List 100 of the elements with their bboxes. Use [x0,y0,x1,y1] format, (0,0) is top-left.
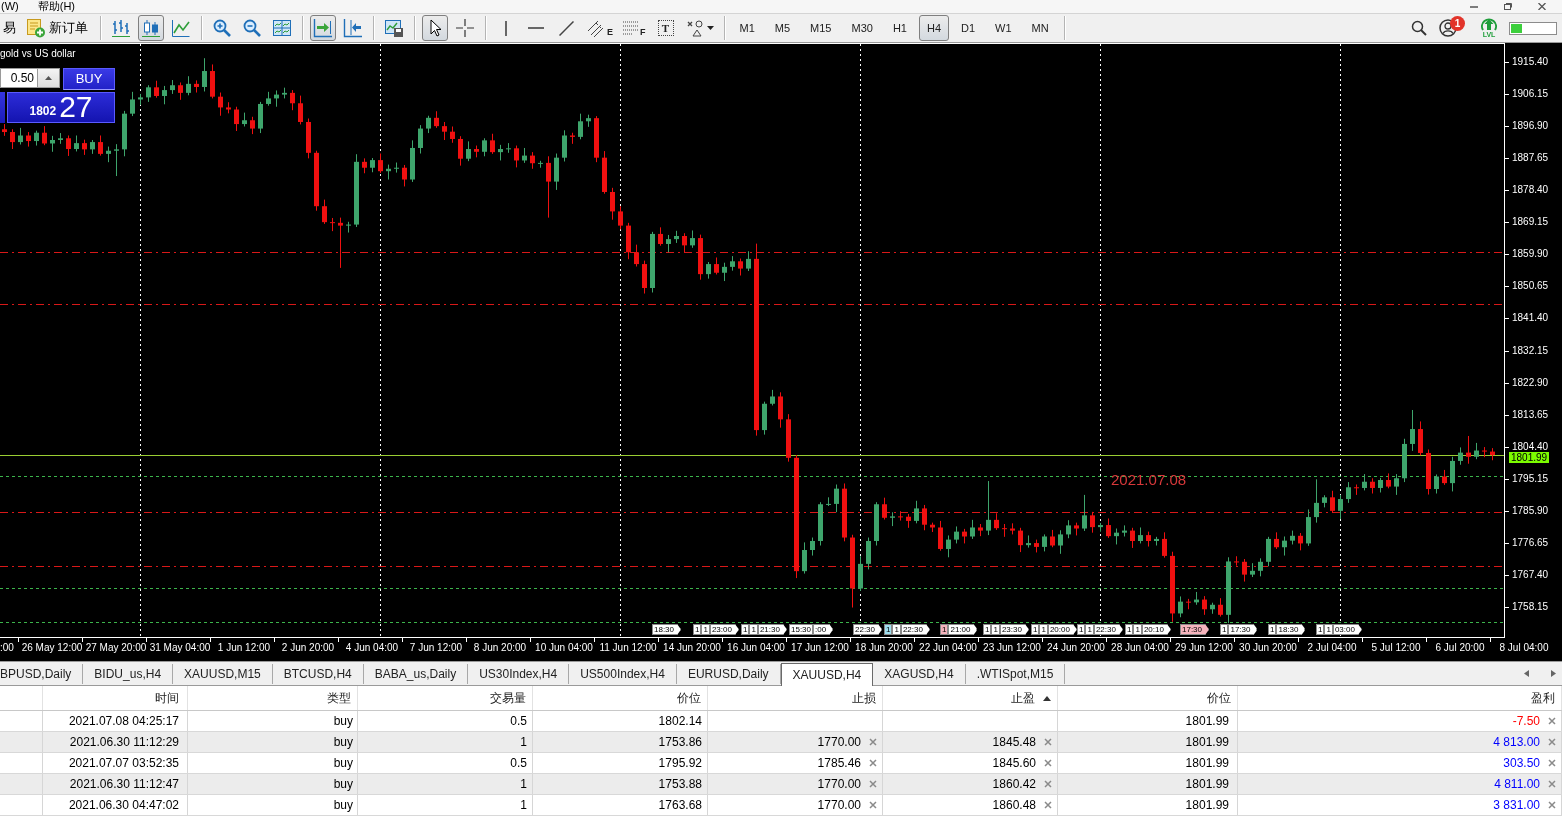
symbol-tab[interactable]: EURUSD,Daily [676,664,781,684]
close-icon[interactable] [1548,780,1556,788]
timeframe-button[interactable]: M1 [731,15,763,41]
column-header[interactable]: 价位 [677,689,701,707]
trade-marker-tag: 22:30 [900,624,930,635]
close-icon[interactable] [1548,759,1556,767]
symbol-tab[interactable]: .WTISpot,M15 [965,664,1066,684]
fibonacci-icon [623,21,639,35]
menu-item[interactable]: 帮助(H) [37,0,75,13]
trade-marker-tag: 15:30 [789,624,814,635]
close-icon[interactable] [1044,801,1052,809]
menu-item[interactable]: (W) [1,0,19,13]
column-header[interactable]: 盈利 [1531,689,1555,707]
close-icon[interactable] [869,759,877,767]
account-button[interactable]: 1 [1439,15,1469,41]
trade-marker-tag: 20:00 [1047,624,1077,635]
candlestick [402,164,407,187]
candlestick [1394,473,1399,496]
channel-button[interactable]: E [583,15,616,41]
candlestick [42,125,47,146]
trade-marker-tag: 1 [749,624,758,635]
candlestick [898,510,903,522]
table-cell: 0.5 [510,714,527,728]
table-cell: buy [333,714,353,728]
trade-button[interactable]: 易 [2,15,17,41]
buy-price-button[interactable]: 1802 27 [7,92,115,123]
column-header[interactable]: 时间 [155,689,179,707]
table-row[interactable]: 2021.06.30 04:47:02 buy 1 1763.68 1770.00 1860.48 1801.99 3 831.00 [0,795,1562,816]
table-cell: 1845.48 [992,735,1036,749]
trade-marker-tag: 1 [892,624,901,635]
minimize-icon[interactable] [1470,5,1478,8]
column-header[interactable]: 价位 [1207,689,1231,707]
lot-size-field[interactable]: 0.50 [0,68,38,88]
timeframe-button[interactable]: D1 [953,15,984,41]
candlestick [1026,534,1031,549]
time-axis-label: 24 Jun 20:00 [1047,642,1105,653]
table-cell: 1801.99 [1185,777,1229,791]
close-icon[interactable] [869,801,877,809]
close-icon[interactable] [1044,738,1052,746]
restore-icon[interactable] [1504,3,1512,10]
time-axis-label: 22 Jun 04:00 [919,642,977,653]
symbol-tab[interactable]: XAUUSD,H4 [780,663,874,686]
timeframe-button[interactable]: M30 [843,15,881,41]
close-icon[interactable] [1548,717,1556,725]
current-price-label: 1801.99 [1509,452,1550,463]
timeframe-button[interactable]: H1 [884,15,915,41]
column-header[interactable]: 止盈 [1011,689,1035,707]
symbol-tab[interactable]: BPUSD,Daily [0,664,84,684]
timeframe-button[interactable]: M15 [802,15,840,41]
price-axis-label: 1785.90 [1512,506,1549,516]
timeframe-button[interactable]: W1 [987,15,1020,41]
candlestick [1266,536,1271,567]
candlestick [346,221,351,234]
candlestick [634,244,639,267]
text-tool-button[interactable]: T [652,15,679,41]
table-row[interactable]: 2021.07.07 03:52:35 buy 0.5 1795.92 1785.46 1845.60 1801.99 303.50 [0,753,1562,774]
timeframe-button[interactable]: MN [1023,15,1057,41]
buy-button[interactable]: BUY [63,68,115,90]
symbol-tab[interactable]: BIDU_us,H4 [83,664,174,684]
candlestick [1218,597,1223,618]
cursor-mode-button[interactable] [422,15,448,41]
close-icon[interactable] [1548,801,1556,809]
scroll-right-icon[interactable] [1551,670,1556,677]
trade-marker-tag: 17:30 [1180,624,1210,635]
close-icon[interactable] [1044,759,1052,767]
candlestick [682,232,687,253]
scroll-left-icon[interactable] [1524,670,1529,677]
table-row[interactable]: 2021.06.30 11:12:47 buy 1 1753.88 1770.00 1860.42 1801.99 4 811.00 [0,774,1562,795]
time-axis-label: 16 Jun 04:00 [727,642,785,653]
candlestick [234,106,239,132]
candlestick [162,85,167,105]
candlestick [1106,517,1111,539]
symbol-tab[interactable]: XAUUSD,M15 [173,664,273,684]
auto-scroll-button[interactable] [310,15,336,41]
symbol-tab[interactable]: US30Index,H4 [468,664,570,684]
lot-up-button[interactable] [38,68,60,88]
column-header[interactable]: 止损 [852,689,876,707]
close-icon[interactable] [869,738,877,746]
candlestick [746,250,751,272]
trend-line-icon [558,20,574,36]
new-order-button[interactable]: 新订单 [21,15,93,41]
close-icon[interactable] [1538,3,1546,10]
zoom-out-icon [242,18,262,38]
search-icon[interactable] [1411,20,1427,36]
symbol-tab[interactable]: XAGUSD,H4 [873,664,966,684]
symbol-tab[interactable]: BABA_us,Daily [363,664,469,684]
time-axis-label: 17 Jun 12:00 [791,642,849,653]
timeframe-button[interactable]: H4 [918,15,949,41]
timeframe-button[interactable]: M5 [766,15,799,41]
column-header[interactable]: 类型 [327,689,351,707]
fibonacci-button[interactable]: F [620,15,649,41]
column-header[interactable]: 交易量 [490,689,526,707]
close-icon[interactable] [869,780,877,788]
table-row[interactable]: 2021.07.08 04:25:17 buy 0.5 1802.14 1801.99 -7.50 [0,711,1562,732]
close-icon[interactable] [1044,780,1052,788]
symbol-tab[interactable]: US500Index,H4 [569,664,677,684]
close-icon[interactable] [1548,738,1556,746]
table-row[interactable]: 2021.06.30 11:12:29 buy 1 1753.86 1770.00 1845.48 1801.99 4 813.00 [0,732,1562,753]
symbol-tab[interactable]: BTCUSD,H4 [272,664,364,684]
chart-type-button[interactable] [138,15,164,41]
